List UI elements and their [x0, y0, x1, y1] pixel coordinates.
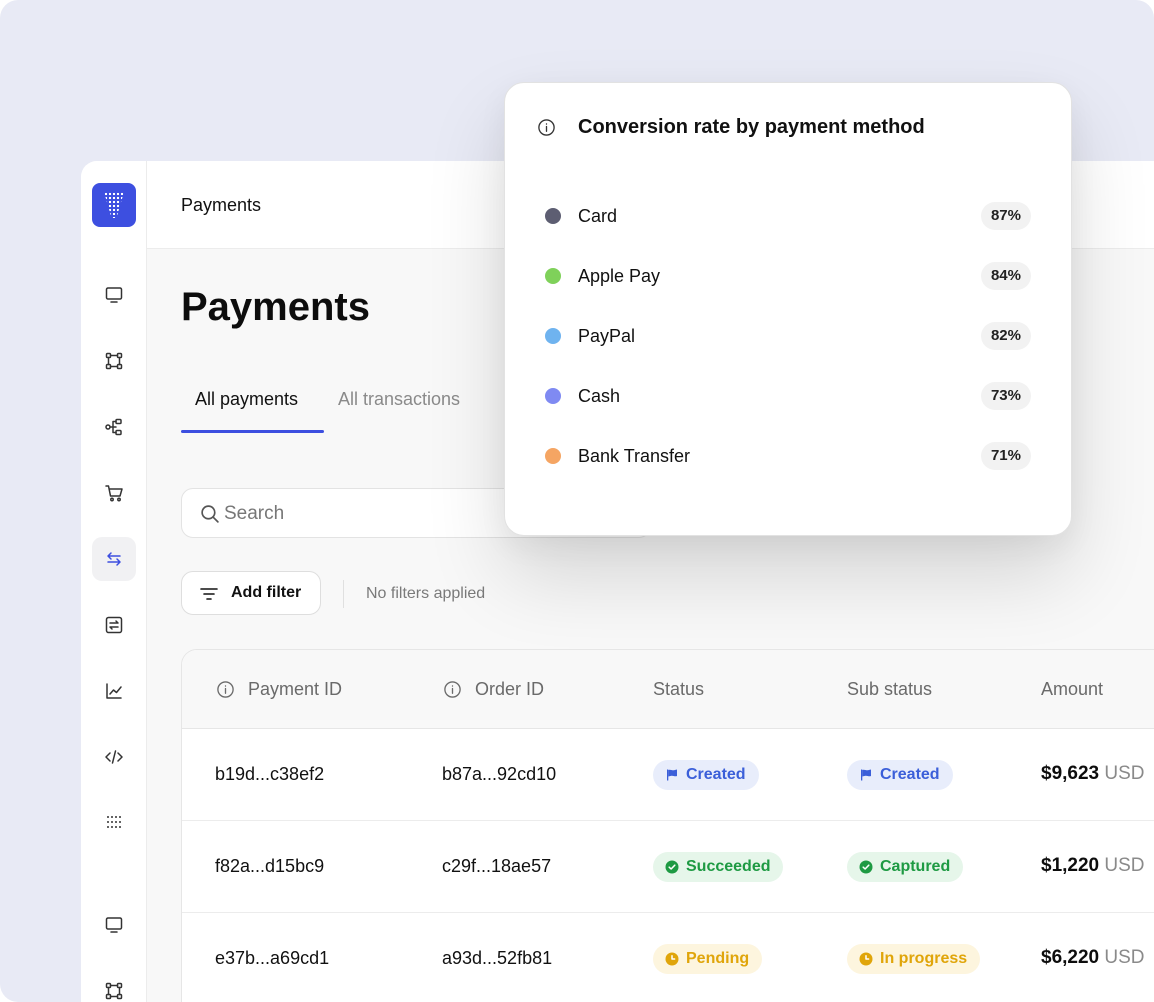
sub-status-badge: In progress	[847, 944, 981, 974]
method-color-dot	[545, 388, 561, 404]
method-color-dot	[545, 328, 561, 344]
column-header-sub-status[interactable]: Sub status	[847, 679, 932, 700]
method-name: PayPal	[578, 326, 636, 346]
status-badge: Succeeded	[653, 852, 784, 882]
method-color-dot	[545, 448, 561, 464]
monitor-icon	[105, 917, 123, 933]
filter-status: No filters applied	[366, 585, 486, 602]
payment-id[interactable]: f82a...d15bc9	[215, 856, 324, 877]
active-tab-indicator	[181, 430, 324, 433]
amount: $1,220 USD	[1041, 855, 1145, 876]
flag-icon	[861, 769, 871, 781]
method-percent-badge: 73%	[980, 382, 1031, 410]
code-icon	[105, 750, 123, 764]
column-header-amount[interactable]: Amount	[1041, 679, 1103, 700]
table-header: Payment ID Order ID Status Sub status Am…	[182, 650, 1154, 729]
exchange-icon	[105, 616, 123, 634]
payment-method-row: Card 87%	[545, 201, 1031, 231]
sidebar-item-transfers[interactable]	[92, 537, 136, 581]
method-percent-badge: 84%	[980, 262, 1031, 290]
payment-method-row: PayPal 82%	[545, 321, 1031, 351]
filter-divider	[343, 580, 344, 608]
search-icon	[201, 505, 219, 523]
amount: $9,623 USD	[1041, 763, 1145, 784]
table-row[interactable]: f82a...d15bc9 c29f...18ae57 Succeeded Ca…	[182, 821, 1154, 913]
popover-title: Conversion rate by payment method	[578, 116, 925, 138]
method-name: Cash	[578, 386, 621, 406]
method-name: Bank Transfer	[578, 446, 691, 466]
payment-id[interactable]: e37b...a69cd1	[215, 948, 329, 969]
sidebar-item-nodes[interactable]	[92, 339, 136, 383]
info-icon[interactable]	[216, 680, 235, 699]
table-row[interactable]: e37b...a69cd1 a93d...52fb81 Pending In p…	[182, 913, 1154, 1002]
clock-icon	[665, 952, 679, 966]
filter-icon	[200, 588, 218, 600]
sub-status-badge: Captured	[847, 852, 964, 882]
conversion-rate-popover: Conversion rate by payment method Card 8…	[504, 82, 1072, 536]
sidebar	[81, 161, 147, 1002]
cart-icon	[105, 485, 123, 502]
check-circle-icon	[665, 860, 679, 874]
column-header-payment-id[interactable]: Payment ID	[216, 679, 342, 700]
method-percent-badge: 71%	[980, 442, 1031, 470]
breadcrumb[interactable]: Payments	[181, 195, 261, 216]
workflow-icon	[105, 418, 122, 436]
sidebar-item-nodes-secondary[interactable]	[92, 969, 136, 1002]
nodes-icon	[105, 982, 123, 1000]
status-badge: Pending	[653, 944, 763, 974]
popover-header: Conversion rate by payment method	[537, 116, 925, 139]
column-header-order-id[interactable]: Order ID	[443, 679, 544, 700]
sidebar-item-apps[interactable]	[92, 801, 136, 845]
chart-line-icon	[106, 683, 122, 699]
sidebar-item-monitor-secondary[interactable]	[92, 903, 136, 947]
payment-method-row: Apple Pay 84%	[545, 261, 1031, 291]
sidebar-item-exchange[interactable]	[92, 603, 136, 647]
sidebar-item-analytics[interactable]	[92, 669, 136, 713]
order-id[interactable]: a93d...52fb81	[442, 948, 552, 969]
flag-icon	[667, 769, 677, 781]
payments-table: Payment ID Order ID Status Sub status Am…	[181, 649, 1154, 1002]
monitor-icon	[105, 287, 123, 303]
method-color-dot	[545, 268, 561, 284]
info-icon[interactable]	[443, 680, 462, 699]
info-icon[interactable]	[537, 118, 556, 137]
column-header-status[interactable]: Status	[653, 679, 704, 700]
add-filter-button[interactable]: Add filter	[181, 571, 321, 615]
method-percent-badge: 87%	[980, 202, 1031, 230]
apps-grid-icon	[107, 816, 121, 828]
payment-method-row: Cash 73%	[545, 381, 1031, 411]
tab-all-payments[interactable]: All payments	[195, 383, 298, 410]
order-id[interactable]: b87a...92cd10	[442, 764, 556, 785]
page-title: Payments	[181, 285, 370, 329]
method-percent-badge: 82%	[980, 322, 1031, 350]
status-badge: Created	[653, 760, 759, 790]
method-name: Apple Pay	[578, 266, 661, 286]
table-row[interactable]: b19d...c38ef2 b87a...92cd10 Created Crea…	[182, 729, 1154, 821]
check-circle-icon	[859, 860, 873, 874]
add-filter-label: Add filter	[231, 584, 302, 601]
method-color-dot	[545, 208, 561, 224]
brand-logo[interactable]	[92, 183, 136, 227]
payment-method-row: Bank Transfer 71%	[545, 441, 1031, 471]
amount: $6,220 USD	[1041, 947, 1145, 968]
payment-id[interactable]: b19d...c38ef2	[215, 764, 324, 785]
method-name: Card	[578, 206, 618, 226]
tab-all-transactions[interactable]: All transactions	[338, 383, 460, 410]
transfer-arrows-icon	[107, 552, 121, 566]
clock-icon	[859, 952, 873, 966]
sidebar-item-workflow[interactable]	[92, 405, 136, 449]
nodes-icon	[105, 352, 123, 370]
sub-status-badge: Created	[847, 760, 953, 790]
sidebar-item-developers[interactable]	[92, 735, 136, 779]
sidebar-item-monitor[interactable]	[92, 273, 136, 317]
sidebar-item-cart[interactable]	[92, 471, 136, 515]
order-id[interactable]: c29f...18ae57	[442, 856, 551, 877]
